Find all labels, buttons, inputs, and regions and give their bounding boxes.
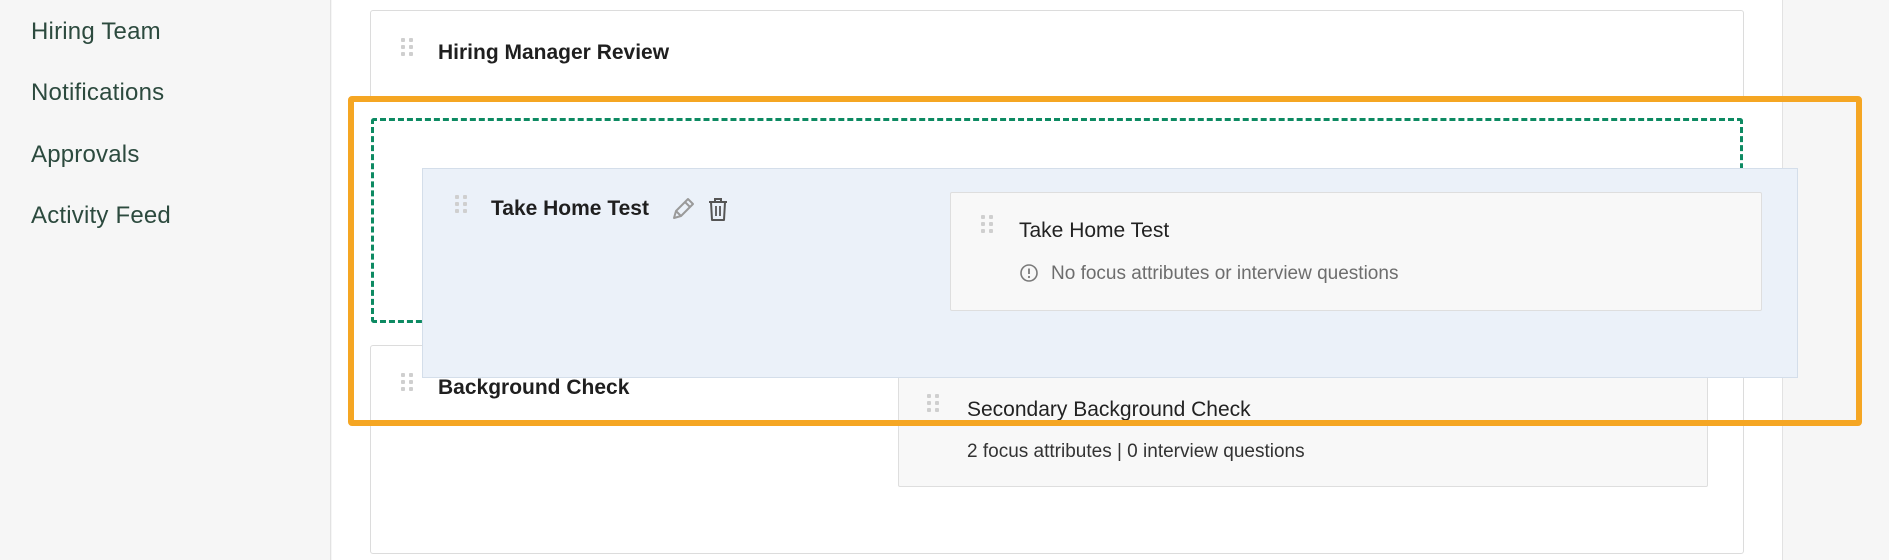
sidebar-item-activity-feed[interactable]: Activity Feed: [31, 202, 171, 230]
right-gutter: [1782, 0, 1889, 560]
drag-handle-icon[interactable]: [401, 38, 413, 66]
pencil-icon[interactable]: [669, 195, 697, 228]
drag-handle-icon[interactable]: [981, 215, 993, 243]
drag-handle-icon[interactable]: [401, 373, 413, 401]
interview-card-secondary-background-check[interactable]: Secondary Background Check 2 focus attri…: [898, 368, 1708, 487]
interview-card-take-home-test[interactable]: Take Home Test No focus attributes or in…: [950, 192, 1762, 311]
stage-title: Take Home Test: [491, 197, 649, 220]
stage-card-hiring-manager-review: Hiring Manager Review: [370, 10, 1744, 100]
trash-icon[interactable]: [706, 195, 730, 228]
drag-handle-icon[interactable]: [455, 195, 467, 223]
sidebar: Hiring Team Notifications Approvals Acti…: [0, 0, 331, 560]
sidebar-item-approvals[interactable]: Approvals: [31, 141, 140, 169]
sidebar-item-hiring-team[interactable]: Hiring Team: [31, 18, 161, 46]
stage-title: Hiring Manager Review: [438, 41, 670, 64]
info-circle-icon: [1019, 263, 1039, 288]
drag-handle-icon[interactable]: [927, 394, 939, 422]
dragging-stage-card[interactable]: Take Home Test Take Home Test No focus a…: [422, 168, 1798, 378]
interview-meta: No focus attributes or interview questio…: [1051, 263, 1399, 284]
interview-meta: 2 focus attributes | 0 interview questio…: [967, 441, 1305, 462]
interview-title: Secondary Background Check: [967, 398, 1251, 421]
interview-title: Take Home Test: [1019, 219, 1170, 242]
stage-title: Background Check: [438, 376, 630, 399]
sidebar-item-notifications[interactable]: Notifications: [31, 79, 164, 107]
